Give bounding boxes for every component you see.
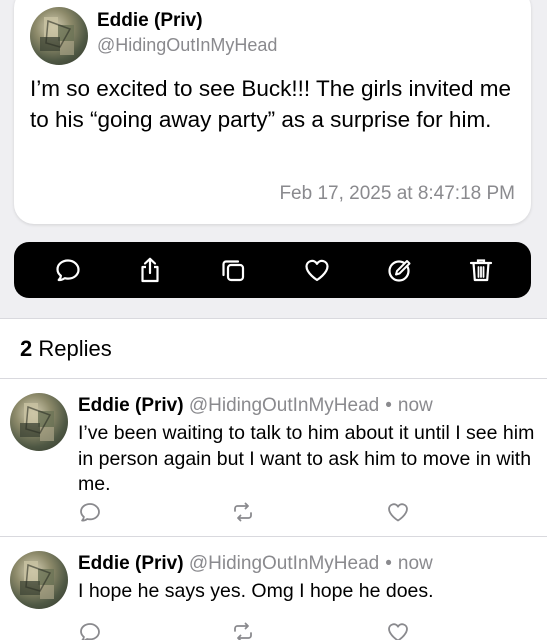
heart-icon (388, 503, 408, 522)
delete-button[interactable] (467, 256, 495, 284)
post-action-bar (14, 242, 531, 298)
separator-dot: • (385, 553, 392, 574)
comment-icon (80, 503, 100, 522)
avatar-image (20, 403, 54, 441)
reply-author-name[interactable]: Eddie (Priv) (78, 395, 184, 416)
reply-author-handle[interactable]: @HidingOutInMyHead (189, 553, 379, 574)
divider (0, 318, 547, 319)
trash-icon (469, 259, 493, 282)
replies-section: 2 Replies Eddie (Priv) @HidingOutInMyHea… (0, 318, 547, 640)
reply-like-button[interactable] (386, 500, 410, 524)
post-author-handle[interactable]: @HidingOutInMyHead (97, 35, 277, 56)
post-timestamp: Feb 17, 2025 at 8:47:18 PM (279, 183, 515, 204)
replies-label: Replies (38, 336, 112, 361)
reply-time: now (397, 553, 433, 574)
reply-avatar[interactable] (10, 393, 68, 451)
edit-icon (388, 260, 411, 282)
reply-comment-button[interactable] (78, 500, 102, 524)
reply-author-handle[interactable]: @HidingOutInMyHead (189, 395, 379, 416)
reply-repost-button[interactable] (231, 620, 255, 640)
reply-repost-button[interactable] (231, 500, 255, 524)
copy-button[interactable] (219, 256, 247, 284)
repost-icon (234, 502, 252, 522)
share-button[interactable] (136, 256, 164, 284)
edit-button[interactable] (386, 256, 414, 284)
separator-dot: • (385, 395, 392, 416)
post-card: Eddie (Priv) @HidingOutInMyHead I’m so e… (14, 0, 531, 224)
reply-text: I’ve been waiting to talk to him about i… (78, 422, 535, 495)
reply-header: Eddie (Priv) @HidingOutInMyHead • now (78, 553, 433, 575)
reply-time: now (397, 395, 433, 416)
reply-header: Eddie (Priv) @HidingOutInMyHead • now (78, 395, 433, 417)
thread-view: Eddie (Priv) @HidingOutInMyHead I’m so e… (0, 0, 547, 640)
reply-like-button[interactable] (386, 620, 410, 640)
avatar-image (40, 17, 74, 55)
comment-icon (56, 259, 80, 282)
post-author-name[interactable]: Eddie (Priv) (97, 10, 203, 32)
copy-icon (222, 260, 245, 282)
reply-item[interactable]: Eddie (Priv) @HidingOutInMyHead • now I ho… (0, 537, 547, 640)
reply-text: I hope he says yes. Omg I hope he does. (78, 580, 434, 602)
like-button[interactable] (303, 256, 331, 284)
heart-icon (388, 623, 408, 640)
post-avatar[interactable] (30, 7, 88, 65)
reply-author-name[interactable]: Eddie (Priv) (78, 553, 184, 574)
comment-button[interactable] (54, 256, 82, 284)
reply-avatar[interactable] (10, 551, 68, 609)
replies-heading: 2 Replies (20, 336, 112, 362)
avatar-image (20, 561, 54, 599)
heart-icon (305, 259, 329, 282)
comment-icon (80, 623, 100, 640)
share-icon (141, 257, 159, 283)
repost-icon (234, 622, 252, 640)
post-text: I’m so excited to see Buck!!! The girls … (30, 76, 512, 132)
reply-item[interactable]: Eddie (Priv) @HidingOutInMyHead • now I’ve… (0, 379, 547, 536)
reply-comment-button[interactable] (78, 620, 102, 640)
replies-count: 2 (20, 336, 33, 361)
